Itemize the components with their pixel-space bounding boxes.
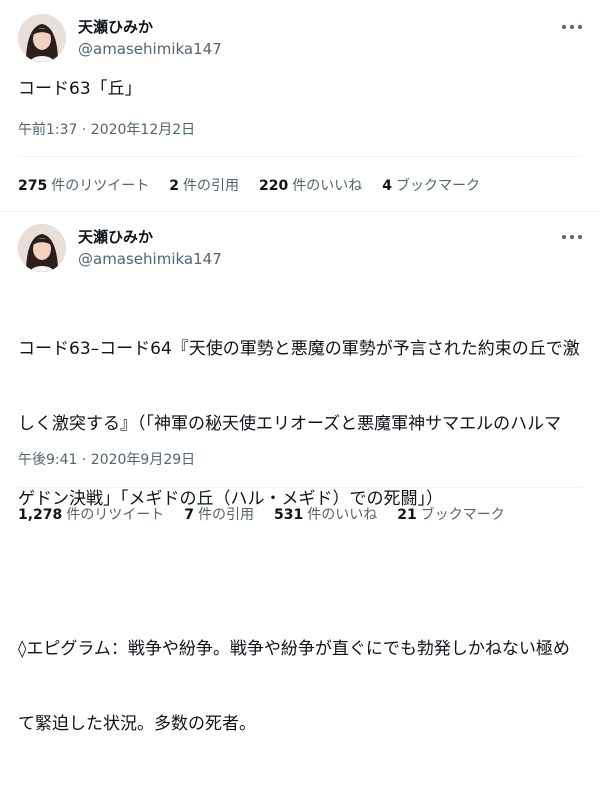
- tweet-text-line: て緊迫した状況。多数の死者。: [18, 714, 256, 734]
- bookmark-count[interactable]: 21 ブックマーク: [397, 505, 504, 525]
- bookmark-count[interactable]: 4 ブックマーク: [382, 176, 480, 196]
- tweet-text-line: しく激突する』（「神軍の秘天使エリオーズと悪魔軍神サマエルのハルマ: [18, 414, 562, 434]
- quote-count[interactable]: 2 件の引用: [169, 176, 239, 196]
- tweet-text: コード63–コード64『天使の軍勢と悪魔の軍勢が予言された約束の丘で激 しく激突…: [18, 287, 584, 787]
- tweet-text-line: ◊エピグラム：戦争や紛争。戦争や紛争が直ぐにでも勃発しかねない極め: [18, 639, 570, 659]
- like-count[interactable]: 220 件のいいね: [259, 176, 362, 196]
- user-handle[interactable]: @amasehimika147: [78, 39, 222, 59]
- tweet-stats: 1,278 件のリツイート 7 件の引用 531 件のいいね 21 ブックマーク: [18, 505, 525, 525]
- divider: [18, 487, 582, 488]
- tweet-timestamp[interactable]: 午前1:37 · 2020年12月2日: [18, 120, 195, 140]
- avatar[interactable]: [18, 224, 66, 272]
- retweet-count[interactable]: 1,278 件のリツイート: [18, 505, 164, 525]
- avatar-image: [18, 14, 66, 62]
- tweet-stats: 275 件のリツイート 2 件の引用 220 件のいいね 4 ブックマーク: [18, 176, 500, 196]
- tweet-text-line: コード63–コード64『天使の軍勢と悪魔の軍勢が予言された約束の丘で激: [18, 339, 580, 359]
- display-name[interactable]: 天瀬ひみか: [78, 227, 153, 247]
- tweet-separator: [0, 211, 600, 212]
- tweet-text: コード63「丘」: [18, 79, 142, 99]
- quote-count[interactable]: 7 件の引用: [184, 505, 254, 525]
- tweet-text-line: [18, 562, 584, 587]
- display-name[interactable]: 天瀬ひみか: [78, 17, 153, 37]
- retweet-count[interactable]: 275 件のリツイート: [18, 176, 149, 196]
- more-icon[interactable]: [562, 227, 582, 247]
- avatar-image: [18, 224, 66, 272]
- user-handle[interactable]: @amasehimika147: [78, 249, 222, 269]
- more-icon[interactable]: [562, 17, 582, 37]
- like-count[interactable]: 531 件のいいね: [274, 505, 377, 525]
- tweet-timestamp[interactable]: 午後9:41 · 2020年9月29日: [18, 450, 195, 470]
- divider: [18, 156, 582, 157]
- avatar[interactable]: [18, 14, 66, 62]
